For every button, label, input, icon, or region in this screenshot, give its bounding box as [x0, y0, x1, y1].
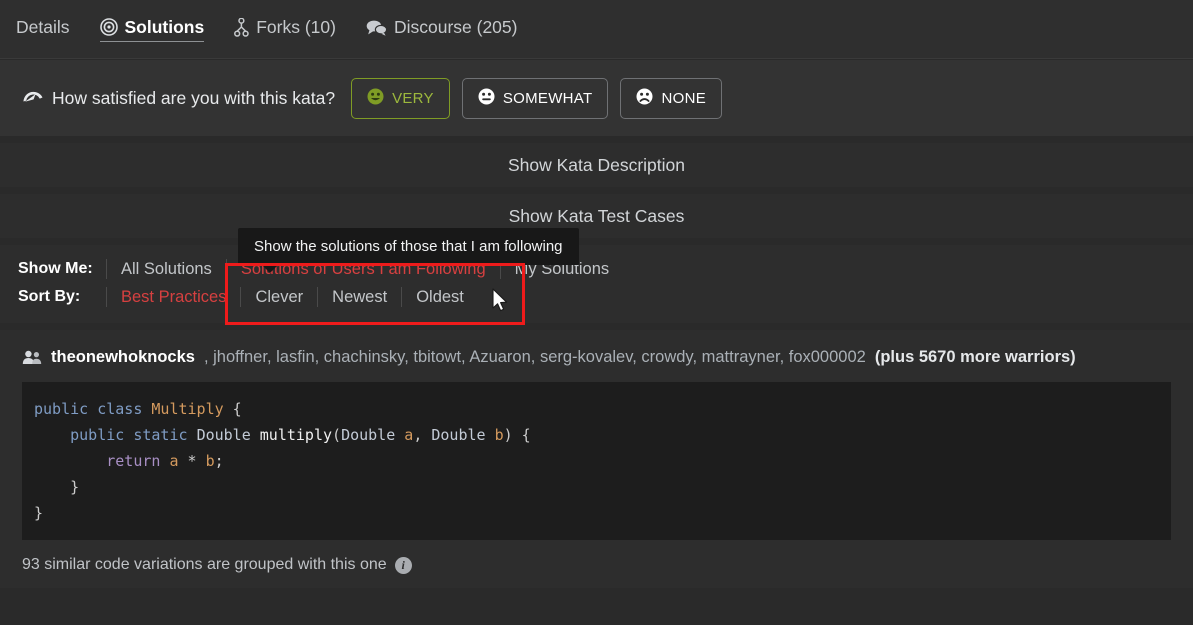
sort-oldest[interactable]: Oldest — [401, 287, 478, 307]
sort-by-row: Sort By: Best Practices Clever Newest Ol… — [18, 283, 1175, 311]
meh-icon — [478, 88, 495, 109]
code-token: multiply — [260, 426, 332, 444]
solution-code-block: public class Multiply { public static Do… — [22, 382, 1171, 540]
info-circle-icon[interactable]: i — [395, 557, 412, 574]
solution-more-warriors: (plus 5670 more warriors) — [875, 346, 1076, 368]
code-token: , — [413, 426, 431, 444]
code-token: public — [34, 400, 88, 418]
tab-solutions-label: Solutions — [125, 17, 205, 38]
solution-authors: theonewhoknocks , jhoffner, lasfin, chach… — [22, 346, 1171, 368]
code-token: class — [97, 400, 142, 418]
code-token: ( — [332, 426, 341, 444]
code-token: b — [495, 426, 504, 444]
sort-by-title: Sort By: — [18, 288, 106, 306]
code-token: Double — [431, 426, 485, 444]
tab-details[interactable]: Details — [16, 17, 70, 41]
tachometer-icon — [22, 88, 44, 109]
code-token: ; — [215, 452, 224, 470]
code-token: Double — [341, 426, 395, 444]
frown-icon — [636, 88, 653, 109]
code-token: { — [224, 400, 242, 418]
filter-all-solutions[interactable]: All Solutions — [106, 259, 226, 279]
tab-forks[interactable]: Forks (10) — [234, 17, 336, 41]
code-token: static — [133, 426, 187, 444]
code-token: public — [70, 426, 124, 444]
code-line: } — [34, 500, 1159, 526]
code-branch-icon — [234, 18, 249, 37]
code-token: } — [34, 478, 79, 496]
tab-solutions[interactable]: Solutions — [100, 17, 205, 42]
smile-icon — [367, 88, 384, 109]
code-token — [188, 426, 197, 444]
code-token: } — [34, 504, 43, 522]
code-token — [395, 426, 404, 444]
grouped-variations: 93 similar code variations are grouped w… — [22, 556, 1171, 574]
code-token: b — [206, 452, 215, 470]
satisfaction-option-somewhat[interactable]: SOMEWHAT — [462, 78, 609, 119]
show-me-title: Show Me: — [18, 260, 106, 278]
code-token: a — [169, 452, 178, 470]
satisfaction-option-very-label: VERY — [392, 90, 434, 107]
code-token: Multiply — [151, 400, 223, 418]
code-token: * — [179, 452, 206, 470]
filter-tooltip: Show the solutions of those that I am fo… — [238, 228, 579, 265]
code-line: public static Double multiply(Double a, … — [34, 422, 1159, 448]
code-token — [34, 452, 106, 470]
tab-discourse[interactable]: Discourse (205) — [366, 17, 518, 41]
kata-tab-bar: Details Solutions Forks (10) — [0, 0, 1193, 59]
show-kata-description-row[interactable]: Show Kata Description — [0, 143, 1193, 187]
solutions-filter-bar: Show Me: All Solutions Solutions of User… — [0, 245, 1193, 323]
satisfaction-option-very[interactable]: VERY — [351, 78, 450, 119]
code-token — [251, 426, 260, 444]
code-token: ) { — [504, 426, 531, 444]
code-token — [34, 426, 70, 444]
code-token: Double — [197, 426, 251, 444]
satisfaction-panel: How satisfied are you with this kata? VE… — [0, 60, 1193, 136]
satisfaction-option-somewhat-label: SOMEWHAT — [503, 90, 593, 107]
tab-details-label: Details — [16, 17, 70, 38]
satisfaction-question: How satisfied are you with this kata? — [22, 88, 335, 109]
code-token: a — [404, 426, 413, 444]
satisfaction-option-none[interactable]: NONE — [620, 78, 722, 119]
code-line: public class Multiply { — [34, 396, 1159, 422]
show-kata-description-label: Show Kata Description — [508, 155, 685, 176]
solution-author-primary[interactable]: theonewhoknocks — [51, 346, 195, 368]
code-token — [486, 426, 495, 444]
code-line: } — [34, 474, 1159, 500]
code-line: return a * b; — [34, 448, 1159, 474]
show-kata-test-cases-row[interactable]: Show Kata Test Cases — [0, 194, 1193, 238]
satisfaction-question-text: How satisfied are you with this kata? — [52, 88, 335, 109]
users-icon — [22, 349, 42, 371]
tab-forks-label: Forks (10) — [256, 17, 336, 38]
satisfaction-option-none-label: NONE — [661, 90, 706, 107]
comments-icon — [366, 19, 387, 36]
sort-best-practices[interactable]: Best Practices — [106, 287, 240, 307]
grouped-variations-text: 93 similar code variations are grouped w… — [22, 556, 387, 574]
solution-author-others: , jhoffner, lasfin, chachinsky, tbitowt,… — [204, 346, 866, 368]
code-token — [124, 426, 133, 444]
show-kata-test-cases-label: Show Kata Test Cases — [509, 206, 685, 227]
solution-card: theonewhoknocks , jhoffner, lasfin, chach… — [0, 330, 1193, 588]
bullseye-icon — [100, 18, 118, 36]
code-token: return — [106, 452, 160, 470]
code-token — [88, 400, 97, 418]
show-me-row: Show Me: All Solutions Solutions of User… — [18, 255, 1175, 283]
sort-clever[interactable]: Clever — [240, 287, 317, 307]
sort-newest[interactable]: Newest — [317, 287, 401, 307]
tab-discourse-label: Discourse (205) — [394, 17, 518, 38]
